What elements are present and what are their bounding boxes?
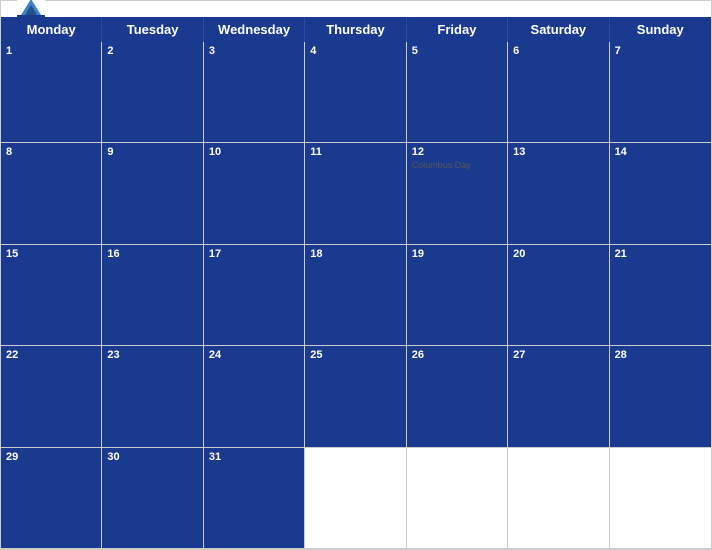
day-cell: 15 bbox=[1, 245, 102, 346]
day-number: 3 bbox=[209, 45, 299, 57]
day-cell: 25 bbox=[305, 346, 406, 447]
day-number: 28 bbox=[615, 349, 706, 361]
day-number: 10 bbox=[209, 146, 299, 158]
day-number: 11 bbox=[310, 146, 400, 158]
day-number: 17 bbox=[209, 248, 299, 260]
day-number: 18 bbox=[310, 248, 400, 260]
day-cell: 3 bbox=[204, 42, 305, 143]
day-number: 16 bbox=[107, 248, 197, 260]
day-number: 5 bbox=[412, 45, 502, 57]
day-cell: 4 bbox=[305, 42, 406, 143]
day-cell: 6 bbox=[508, 42, 609, 143]
day-header-wednesday: Wednesday bbox=[204, 17, 305, 42]
day-number: 27 bbox=[513, 349, 603, 361]
day-cell: 28 bbox=[610, 346, 711, 447]
day-number: 20 bbox=[513, 248, 603, 260]
day-cell: 8 bbox=[1, 143, 102, 244]
day-cell: 29 bbox=[1, 448, 102, 549]
day-cell bbox=[610, 448, 711, 549]
day-cell: 17 bbox=[204, 245, 305, 346]
day-number: 9 bbox=[107, 146, 197, 158]
day-cell: 1 bbox=[1, 42, 102, 143]
day-number: 21 bbox=[615, 248, 706, 260]
day-cell bbox=[407, 448, 508, 549]
day-number: 13 bbox=[513, 146, 603, 158]
day-number: 8 bbox=[6, 146, 96, 158]
day-header-sunday: Sunday bbox=[610, 17, 711, 42]
day-cell bbox=[305, 448, 406, 549]
logo-area bbox=[17, 0, 49, 23]
day-cell: 7 bbox=[610, 42, 711, 143]
day-number: 6 bbox=[513, 45, 603, 57]
day-number: 4 bbox=[310, 45, 400, 57]
day-cell: 5 bbox=[407, 42, 508, 143]
day-number: 24 bbox=[209, 349, 299, 361]
day-number: 29 bbox=[6, 451, 96, 463]
day-number: 19 bbox=[412, 248, 502, 260]
generalblue-logo-icon bbox=[17, 0, 45, 23]
day-cell: 12 Columbus Day bbox=[407, 143, 508, 244]
calendar-header bbox=[1, 1, 711, 17]
day-header-friday: Friday bbox=[407, 17, 508, 42]
day-cell: 30 bbox=[102, 448, 203, 549]
day-cell bbox=[508, 448, 609, 549]
day-header-tuesday: Tuesday bbox=[102, 17, 203, 42]
day-cell: 16 bbox=[102, 245, 203, 346]
day-number: 25 bbox=[310, 349, 400, 361]
day-cell: 19 bbox=[407, 245, 508, 346]
day-cell: 26 bbox=[407, 346, 508, 447]
day-cell: 22 bbox=[1, 346, 102, 447]
day-number: 31 bbox=[209, 451, 299, 463]
day-header-saturday: Saturday bbox=[508, 17, 609, 42]
day-cell: 27 bbox=[508, 346, 609, 447]
day-cell: 18 bbox=[305, 245, 406, 346]
day-cell: 20 bbox=[508, 245, 609, 346]
calendar-container: Monday Tuesday Wednesday Thursday Friday… bbox=[0, 0, 712, 550]
day-number: 15 bbox=[6, 248, 96, 260]
day-cell: 13 bbox=[508, 143, 609, 244]
day-number: 1 bbox=[6, 45, 96, 57]
day-number: 23 bbox=[107, 349, 197, 361]
day-cell: 2 bbox=[102, 42, 203, 143]
day-cell: 23 bbox=[102, 346, 203, 447]
day-cell: 24 bbox=[204, 346, 305, 447]
day-headers-row: Monday Tuesday Wednesday Thursday Friday… bbox=[1, 17, 711, 42]
day-cell: 14 bbox=[610, 143, 711, 244]
day-number: 12 bbox=[412, 146, 502, 158]
calendar-grid: 123456789101112Columbus Day1314151617181… bbox=[1, 42, 711, 549]
day-number: 26 bbox=[412, 349, 502, 361]
day-cell: 31 bbox=[204, 448, 305, 549]
day-number: 14 bbox=[615, 146, 706, 158]
day-number: 22 bbox=[6, 349, 96, 361]
day-number: 30 bbox=[107, 451, 197, 463]
day-cell: 11 bbox=[305, 143, 406, 244]
day-number: 2 bbox=[107, 45, 197, 57]
day-cell: 10 bbox=[204, 143, 305, 244]
day-cell: 21 bbox=[610, 245, 711, 346]
day-cell: 9 bbox=[102, 143, 203, 244]
day-number: 7 bbox=[615, 45, 706, 57]
event-label: Columbus Day bbox=[412, 160, 502, 170]
day-header-thursday: Thursday bbox=[305, 17, 406, 42]
